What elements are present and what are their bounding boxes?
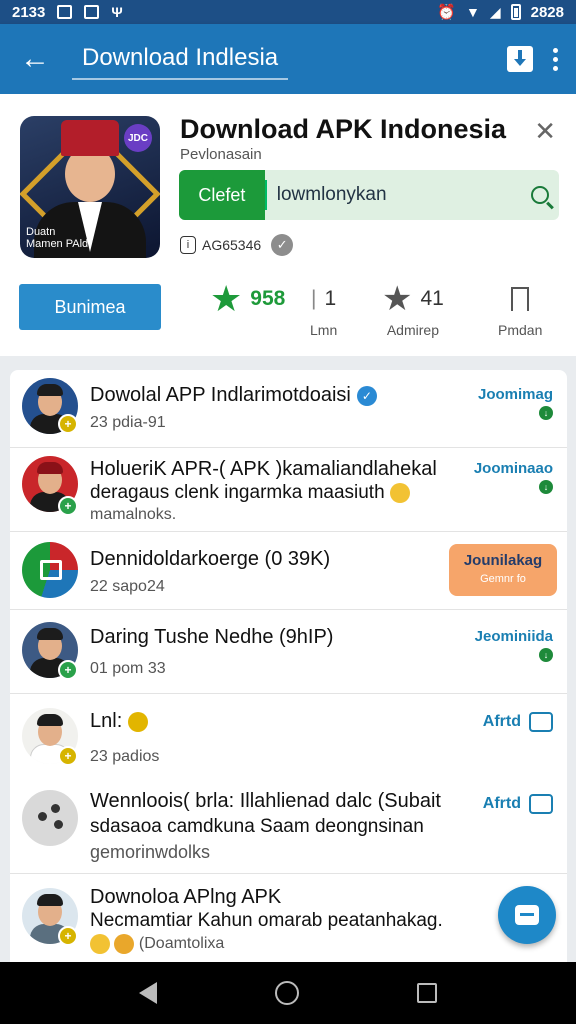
list-item[interactable]: + Lnl: 23 padios Afrtd bbox=[10, 694, 567, 776]
nav-recents-icon[interactable] bbox=[417, 983, 437, 1003]
meta-row: i AG65346 ✓ bbox=[180, 234, 294, 256]
download-list: + Dowolal APP Indlarimotdoaisi ✓ 23 pdia-… bbox=[10, 370, 567, 962]
chat-icon bbox=[529, 794, 553, 814]
list-item-title: Wennloois( brla: Illahlienad dalc (Subai… bbox=[90, 790, 441, 812]
list-item[interactable]: + Daring Tushe Nedhe (9hIP) 01 pom 33 Je… bbox=[10, 610, 567, 694]
battery-icon bbox=[510, 4, 521, 20]
list-item[interactable]: + Downoloa APlng APK Necmamtiar Kahun om… bbox=[10, 874, 567, 962]
search-filter-button[interactable]: Clefet bbox=[179, 170, 265, 220]
list-item-subtitle: mamalnoks. bbox=[90, 506, 177, 523]
list-item[interactable]: Wennloois( brla: Illahlienad dalc (Subai… bbox=[10, 776, 567, 874]
list-item-action[interactable]: Joomimag ↓ bbox=[478, 386, 553, 420]
bookmark-label: Pmdan bbox=[498, 322, 543, 338]
download-small-icon: ↓ bbox=[539, 648, 553, 662]
rating-stat: ★ 958 bbox=[210, 278, 286, 322]
avatar bbox=[22, 790, 78, 846]
downloads-stat: | 1 Lmn bbox=[310, 287, 338, 338]
plus-badge-icon: + bbox=[58, 926, 78, 946]
rating-value: 958 bbox=[250, 287, 286, 310]
status-time: 2133 bbox=[12, 3, 46, 21]
reviews-value: 41 bbox=[420, 287, 444, 310]
search-icon[interactable] bbox=[522, 186, 559, 204]
app-icon-caption: Duatn Mamen PAld bbox=[26, 226, 89, 250]
check-icon: ✓ bbox=[271, 234, 294, 256]
list-item-action[interactable]: Afrtd bbox=[483, 712, 553, 732]
app-bar: ← Download Indlesia bbox=[0, 24, 576, 94]
list-item-subtitle: 22 sapo24 bbox=[90, 578, 165, 595]
chat-icon bbox=[529, 712, 553, 732]
downloads-value: 1 bbox=[324, 287, 337, 310]
plus-badge-icon: + bbox=[58, 660, 78, 680]
nav-home-icon[interactable] bbox=[275, 981, 299, 1005]
developer-name[interactable]: Pevlonasain bbox=[180, 146, 262, 163]
app-bar-title: Download Indlesia bbox=[72, 38, 289, 80]
install-button[interactable]: Bunimea bbox=[19, 284, 161, 330]
more-icon[interactable] bbox=[553, 47, 558, 71]
download-small-icon: ↓ bbox=[539, 406, 553, 420]
meta-code: AG65346 bbox=[202, 237, 262, 253]
download-small-icon: ↓ bbox=[539, 480, 553, 494]
list-item-title: Daring Tushe Nedhe (9hIP) bbox=[90, 626, 334, 648]
plus-badge-icon: + bbox=[58, 496, 78, 516]
wifi-icon: ▼ bbox=[465, 4, 480, 20]
list-item-title: Downoloa APlng APK bbox=[90, 886, 282, 908]
list-item-subtitle: 23 padios bbox=[90, 748, 160, 765]
list-item-subtitle: gemorinwdolks bbox=[90, 842, 211, 862]
list-item[interactable]: + HolueriK APR-( APK )kamaliandlahekal d… bbox=[10, 448, 567, 532]
folder-app-icon bbox=[22, 542, 78, 598]
search-bar: Clefet bbox=[179, 170, 559, 220]
info-icon: i bbox=[180, 236, 196, 254]
close-icon[interactable]: ✕ bbox=[534, 116, 556, 147]
signal-icon: ◢ bbox=[489, 3, 501, 20]
star-icon: ★ bbox=[210, 278, 243, 319]
status-bar: 2133 Ψ ⏰ ▼ ◢ 2828 bbox=[0, 0, 576, 24]
emoji-icon bbox=[114, 934, 135, 954]
emoji-icon bbox=[127, 711, 148, 732]
app-header-card: JDC Duatn Mamen PAld Download APK Indone… bbox=[0, 94, 576, 356]
emoji-icon bbox=[90, 934, 110, 954]
gallery-icon bbox=[57, 5, 73, 19]
status-clock-right: 2828 bbox=[530, 3, 564, 21]
list-item-subtitle: 23 pdia-91 bbox=[90, 414, 166, 431]
bookmark-stat[interactable]: Pmdan bbox=[498, 282, 542, 338]
downloads-label: Lmn bbox=[310, 322, 338, 338]
compose-button[interactable] bbox=[498, 886, 556, 944]
screenshot-icon bbox=[84, 5, 100, 19]
list-item-subtitle: (Doamtolixa bbox=[90, 934, 224, 954]
list-item-action-button[interactable]: Jounilakag Gemnr fo bbox=[449, 544, 557, 596]
bookmark-icon bbox=[511, 287, 530, 317]
list-item-title: Lnl: bbox=[90, 710, 148, 733]
app-title: Download APK Indonesia bbox=[180, 114, 507, 144]
list-item[interactable]: Dennidoldarkoerge (0 39K) 22 sapo24 Joun… bbox=[10, 532, 567, 610]
list-item-action[interactable]: Joominaao ↓ bbox=[474, 460, 553, 494]
back-arrow-icon[interactable]: ← bbox=[0, 24, 70, 94]
reviews-stat[interactable]: ★ 41 Admirep bbox=[382, 282, 444, 338]
list-item-action[interactable]: Afrtd bbox=[483, 794, 553, 814]
list-item-title: Dennidoldarkoerge (0 39K) bbox=[90, 548, 331, 570]
list-item-description: deragaus clenk ingarmka maasiuth bbox=[90, 482, 410, 504]
list-item-description: sdasaoa camdkuna Saam deongnsinan bbox=[90, 816, 424, 837]
list-item-action[interactable]: Jeominiida ↓ bbox=[475, 628, 553, 662]
compose-icon bbox=[515, 905, 539, 925]
plus-badge-icon: + bbox=[58, 414, 78, 434]
reviews-label: Admirep bbox=[386, 322, 439, 338]
list-item-title: Dowolal APP Indlarimotdoaisi ✓ bbox=[90, 384, 377, 407]
download-icon[interactable] bbox=[507, 46, 533, 72]
list-item-description: Necmamtiar Kahun omarab peatanhakag. bbox=[90, 910, 443, 931]
star-outline-icon: ★ bbox=[382, 280, 413, 318]
navigation-bar bbox=[0, 962, 576, 1024]
list-item[interactable]: + Dowolal APP Indlarimotdoaisi ✓ 23 pdia-… bbox=[10, 370, 567, 448]
search-input[interactable] bbox=[264, 180, 522, 210]
verified-icon: ✓ bbox=[356, 385, 377, 406]
list-item-subtitle: 01 pom 33 bbox=[90, 660, 166, 677]
app-icon: JDC Duatn Mamen PAld bbox=[20, 116, 160, 258]
plus-badge-icon: + bbox=[58, 746, 78, 766]
emoji-icon bbox=[389, 482, 410, 503]
list-item-title: HolueriK APR-( APK )kamaliandlahekal bbox=[90, 458, 437, 480]
alarm-icon: ⏰ bbox=[437, 4, 456, 21]
nav-back-icon[interactable] bbox=[139, 982, 157, 1004]
app-icon-badge: JDC bbox=[124, 124, 152, 152]
usb-icon: Ψ bbox=[111, 4, 123, 20]
